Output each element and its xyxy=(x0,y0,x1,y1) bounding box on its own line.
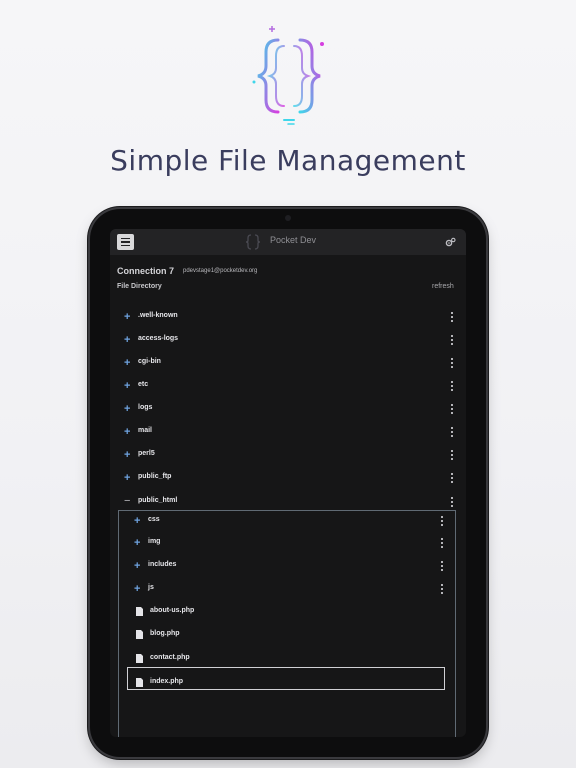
plus-icon[interactable]: + xyxy=(124,378,130,394)
kebab-icon[interactable] xyxy=(450,473,454,483)
connection-name: Connection 7 xyxy=(117,266,175,276)
kebab-icon[interactable] xyxy=(440,561,444,571)
file-name: index.php xyxy=(150,678,184,685)
file-name: about-us.php xyxy=(150,607,195,614)
file-name: blog.php xyxy=(150,630,180,637)
file-row-selected[interactable]: contact.php xyxy=(136,651,436,667)
folder-row[interactable]: + access-logs xyxy=(124,332,454,348)
folder-name: includes xyxy=(148,561,177,568)
folder-name: js xyxy=(148,584,154,591)
file-icon xyxy=(136,678,143,687)
folder-name: access-logs xyxy=(138,335,179,342)
folder-row[interactable]: + .well-known xyxy=(124,309,454,325)
headline: Simple File Management xyxy=(110,144,466,177)
plus-icon[interactable]: + xyxy=(134,558,140,574)
refresh-link[interactable]: refresh xyxy=(432,283,454,290)
app-screen: Pocket Dev Connection 7 pdevstage1@pocke… xyxy=(110,229,466,737)
kebab-icon[interactable] xyxy=(450,497,454,507)
folder-name: logs xyxy=(138,404,153,411)
plus-icon[interactable]: + xyxy=(124,447,130,463)
file-icon xyxy=(136,607,143,616)
file-row[interactable]: index.php xyxy=(136,675,436,691)
curly-braces-logo-icon xyxy=(252,26,324,125)
plus-icon[interactable]: + xyxy=(124,470,130,486)
folder-name: css xyxy=(148,516,160,523)
folder-row[interactable]: + public_ftp xyxy=(124,470,454,486)
tablet-device-frame: Pocket Dev Connection 7 pdevstage1@pocke… xyxy=(90,209,486,757)
kebab-icon[interactable] xyxy=(450,358,454,368)
file-row[interactable]: about-us.php xyxy=(136,604,436,620)
folder-name: .well-known xyxy=(138,312,178,319)
plus-icon[interactable]: + xyxy=(124,355,130,371)
top-app-bar: Pocket Dev xyxy=(110,229,466,255)
folder-name: cgi-bin xyxy=(138,358,161,365)
kebab-icon[interactable] xyxy=(450,312,454,322)
folder-name: mail xyxy=(138,427,153,434)
file-icon xyxy=(136,630,143,639)
kebab-icon[interactable] xyxy=(440,584,444,594)
camera-dot xyxy=(285,215,291,221)
file-name: contact.php xyxy=(150,654,190,661)
connection-email: pdevstage1@pocketdev.org xyxy=(183,268,258,274)
file-row[interactable]: blog.php xyxy=(136,627,436,643)
folder-name: public_html xyxy=(138,497,178,504)
folder-row[interactable]: + logs xyxy=(124,401,454,417)
plus-icon[interactable]: + xyxy=(134,513,140,529)
kebab-icon[interactable] xyxy=(450,381,454,391)
plus-icon[interactable]: + xyxy=(134,581,140,597)
folder-row[interactable]: + cgi-bin xyxy=(124,355,454,371)
folder-row[interactable]: + etc xyxy=(124,378,454,394)
plus-icon[interactable]: + xyxy=(124,332,130,348)
folder-name: public_ftp xyxy=(138,473,172,480)
plus-icon[interactable]: + xyxy=(124,309,130,325)
folder-name: perl5 xyxy=(138,450,155,457)
subfolder-row[interactable]: + js xyxy=(134,581,444,597)
kebab-icon[interactable] xyxy=(440,538,444,548)
subfolder-row[interactable]: + includes xyxy=(134,558,444,574)
app-logo-icon xyxy=(245,234,261,250)
folder-row[interactable]: + perl5 xyxy=(124,447,454,463)
plus-icon[interactable]: + xyxy=(134,535,140,551)
subfolder-row[interactable]: + img xyxy=(134,535,444,551)
kebab-icon[interactable] xyxy=(450,450,454,460)
kebab-icon[interactable] xyxy=(450,335,454,345)
folder-name: img xyxy=(148,538,161,545)
folder-name: etc xyxy=(138,381,149,388)
file-directory-label: File Directory xyxy=(117,283,162,290)
kebab-icon[interactable] xyxy=(450,404,454,414)
app-title: Pocket Dev xyxy=(270,235,317,245)
plus-icon[interactable]: + xyxy=(124,401,130,417)
subfolder-row[interactable]: + css xyxy=(134,513,444,529)
folder-row[interactable]: + mail xyxy=(124,424,454,440)
gears-icon[interactable] xyxy=(445,237,456,247)
kebab-icon[interactable] xyxy=(440,516,444,526)
expanded-folder-row[interactable]: − public_html xyxy=(124,494,454,510)
kebab-icon[interactable] xyxy=(450,427,454,437)
hamburger-icon[interactable] xyxy=(117,234,134,250)
plus-icon[interactable]: + xyxy=(124,424,130,440)
file-icon xyxy=(136,654,143,663)
minus-icon[interactable]: − xyxy=(124,494,130,509)
